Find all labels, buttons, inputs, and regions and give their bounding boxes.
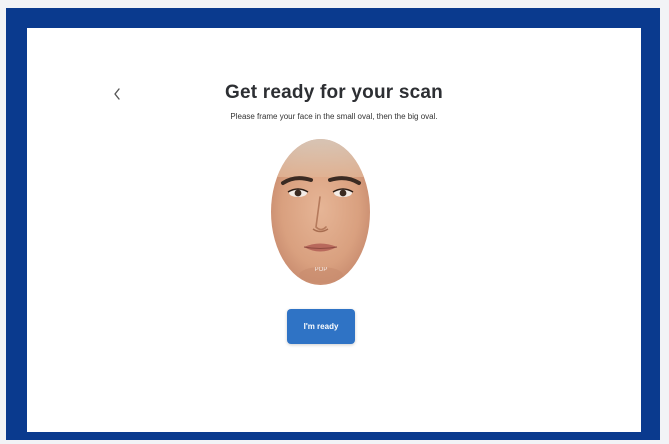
im-ready-button[interactable]: I'm ready <box>287 309 355 344</box>
page-title: Get ready for your scan <box>225 82 443 103</box>
svg-text:POP: POP <box>315 267 328 273</box>
page-subtitle: Please frame your face in the small oval… <box>230 112 438 121</box>
face-preview-oval: POP <box>271 139 370 285</box>
device-frame: Get ready for your scan Please frame you… <box>6 8 660 440</box>
face-preview-image: POP <box>271 139 370 285</box>
scan-screen: Get ready for your scan Please frame you… <box>27 28 641 432</box>
